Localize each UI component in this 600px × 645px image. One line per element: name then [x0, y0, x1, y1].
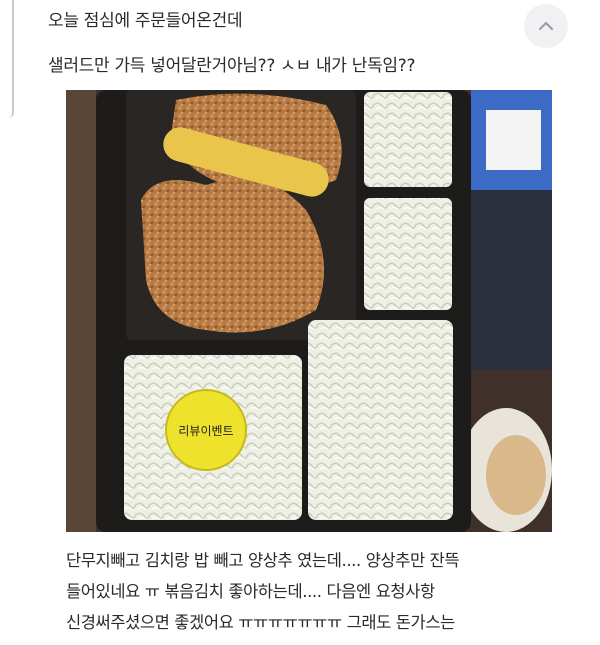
scroll-edge — [0, 0, 14, 118]
food-photo: 리뷰이벤트 — [66, 90, 552, 532]
review-line-2: 들어있네요 ㅠ 볶음김치 좋아하는데.... 다음엔 요청사항 — [66, 582, 435, 601]
lunchbox-illustration: 리뷰이벤트 — [66, 90, 552, 532]
review-line-3: 신경써주셨으면 좋겠어요 ㅠㅠㅠㅠㅠㅠㅠ 그래도 돈가스는 — [66, 613, 455, 632]
post-line-2: 샐러드만 가득 넣어달란거아님?? ㅅㅂ 내가 난독임?? — [48, 56, 416, 76]
scroll-up-button[interactable] — [524, 4, 568, 48]
chevron-up-icon — [539, 22, 553, 30]
post-line-1: 오늘 점심에 주문들어온건데 — [48, 11, 243, 31]
review-line-1: 단무지빼고 김치랑 밥 빼고 양상추 였는데.... 양상추만 잔뜩 — [66, 551, 460, 570]
sticker-label: 리뷰이벤트 — [178, 424, 233, 438]
